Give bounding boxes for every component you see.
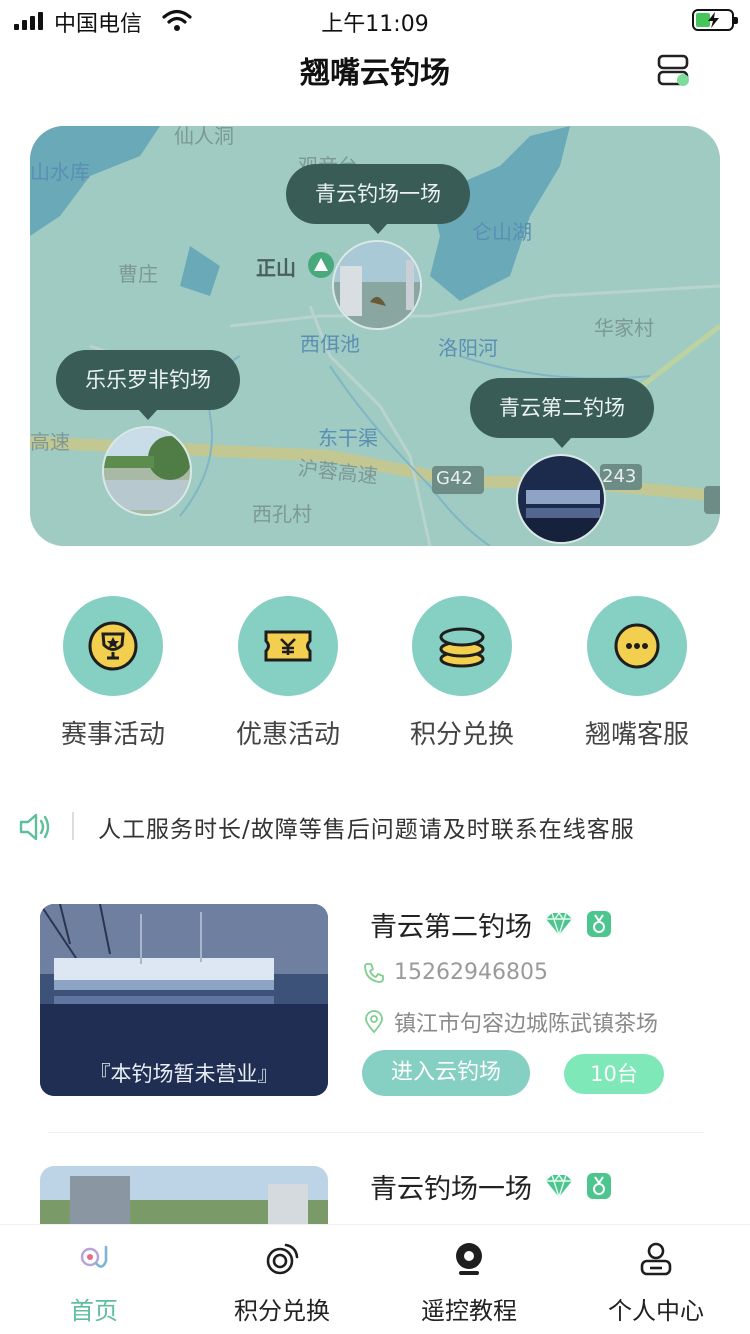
ticket-icon [264, 630, 312, 662]
tab-label: 遥控教程 [421, 1297, 517, 1325]
listing-card[interactable]: 『本钓场暂未营业』 青云第二钓场 15262946805 镇江市句容边城陈武镇茶… [40, 904, 720, 1096]
listing-name: 青云钓场一场 [370, 1173, 532, 1205]
map-label: 山水库 [30, 160, 90, 184]
medal-icon [587, 911, 611, 937]
list-divider [48, 1132, 704, 1133]
quick-item-label: 翘嘴客服 [584, 720, 689, 750]
map-label: 西佴池 [300, 332, 360, 356]
scan-toggle-icon[interactable] [656, 52, 692, 88]
chat-icon [614, 623, 660, 669]
bottom-tab-bar: 首页 积分兑换 遥控教程 个人中心 [0, 1224, 750, 1334]
battery-icon [692, 9, 738, 31]
tab-points[interactable]: 积分兑换 [188, 1225, 376, 1334]
diamond-icon [546, 911, 572, 937]
quick-item-label: 优惠活动 [235, 720, 340, 750]
quick-item-service[interactable]: 翘嘴客服 [562, 596, 712, 751]
quick-item-label: 积分兑换 [409, 720, 514, 750]
device-count-badge: 10台 [564, 1054, 664, 1094]
home-fishhook-icon [80, 1245, 108, 1268]
trophy-icon [88, 621, 138, 671]
listing-name: 青云第二钓场 [370, 911, 532, 943]
notice-text: 人工服务时长/故障等售后问题请及时联系在线客服 [98, 817, 635, 843]
enter-venue-button[interactable]: 进入云钓场 [362, 1050, 530, 1096]
coins-icon [439, 627, 485, 668]
tab-tutorial[interactable]: 遥控教程 [375, 1225, 563, 1334]
status-time: 上午11:09 [321, 12, 429, 37]
map-label: 正山 [256, 256, 296, 280]
status-bar: 中国电信 上午11:09 [0, 0, 750, 40]
listing-photo[interactable]: 『本钓场暂未营业』 [40, 904, 328, 1096]
map-label: 高速 [30, 430, 70, 454]
notice-divider [72, 812, 74, 840]
map-label: 仑山湖 [472, 220, 532, 244]
map-label: 洛阳河 [438, 336, 498, 360]
map-marker-label[interactable]: 青云第二钓场 [470, 378, 654, 448]
quick-item-promotions[interactable]: 优惠活动 [213, 596, 363, 751]
quick-item-points[interactable]: 积分兑换 [387, 596, 537, 751]
map-label: 仙人洞 [174, 126, 234, 148]
map-marker-label[interactable]: 乐乐罗非钓场 [56, 350, 240, 420]
tab-label: 积分兑换 [234, 1297, 330, 1325]
location-pin-icon [365, 1010, 383, 1034]
map-label: 曹庄 [118, 262, 158, 286]
tab-profile[interactable]: 个人中心 [562, 1225, 750, 1334]
map-marker-photo[interactable] [102, 426, 192, 516]
tab-label: 个人中心 [608, 1297, 704, 1325]
page-title: 翘嘴云钓场 [300, 56, 450, 91]
map-label: 西孔村 [252, 502, 312, 526]
map-label: 243 [602, 466, 637, 487]
phone-icon [364, 962, 384, 983]
listing-photo[interactable] [40, 1166, 328, 1224]
navigation-bar: 翘嘴云钓场 [0, 40, 750, 100]
quick-item-events[interactable]: 赛事活动 [38, 596, 188, 751]
notice-bar[interactable]: 人工服务时长/故障等售后问题请及时联系在线客服 [0, 806, 750, 850]
quick-menu: 赛事活动 优惠活动 积分兑换 翘嘴客服 [0, 596, 750, 756]
fishing-map[interactable]: 仙人洞 山水库 观音台 曹庄 正山 仑山湖 西佴池 洛阳河 华家村 高速 东干渠… [30, 126, 720, 546]
camera-icon [456, 1243, 482, 1275]
map-label: 东干渠 [318, 426, 378, 450]
map-label: 华家村 [594, 316, 654, 340]
speaker-icon [19, 813, 50, 841]
map-marker-photo[interactable] [516, 454, 606, 544]
tab-home[interactable]: 首页 [0, 1225, 188, 1334]
user-icon [640, 1242, 672, 1276]
app-screen: 中国电信 上午11:09 翘嘴云钓场 仙人洞 山水库 曹庄 正山 仑山湖 西佴池… [0, 0, 750, 1334]
listing-phone[interactable]: 15262946805 [394, 960, 548, 985]
points-icon [266, 1243, 299, 1275]
diamond-icon [546, 1173, 572, 1199]
tab-label: 首页 [70, 1297, 118, 1325]
map-marker-photo[interactable] [332, 240, 422, 330]
listing-address: 镇江市句容边城陈武镇茶场 [394, 1012, 659, 1037]
quick-item-label: 赛事活动 [60, 720, 165, 750]
map-marker-label[interactable]: 青云钓场一场 [286, 164, 470, 234]
map-label: G42 [436, 468, 473, 489]
listing-card[interactable]: 青云钓场一场 [40, 1166, 720, 1224]
listing-status-overlay: 『本钓场暂未营业』 [89, 1062, 279, 1086]
medal-icon [587, 1173, 611, 1199]
